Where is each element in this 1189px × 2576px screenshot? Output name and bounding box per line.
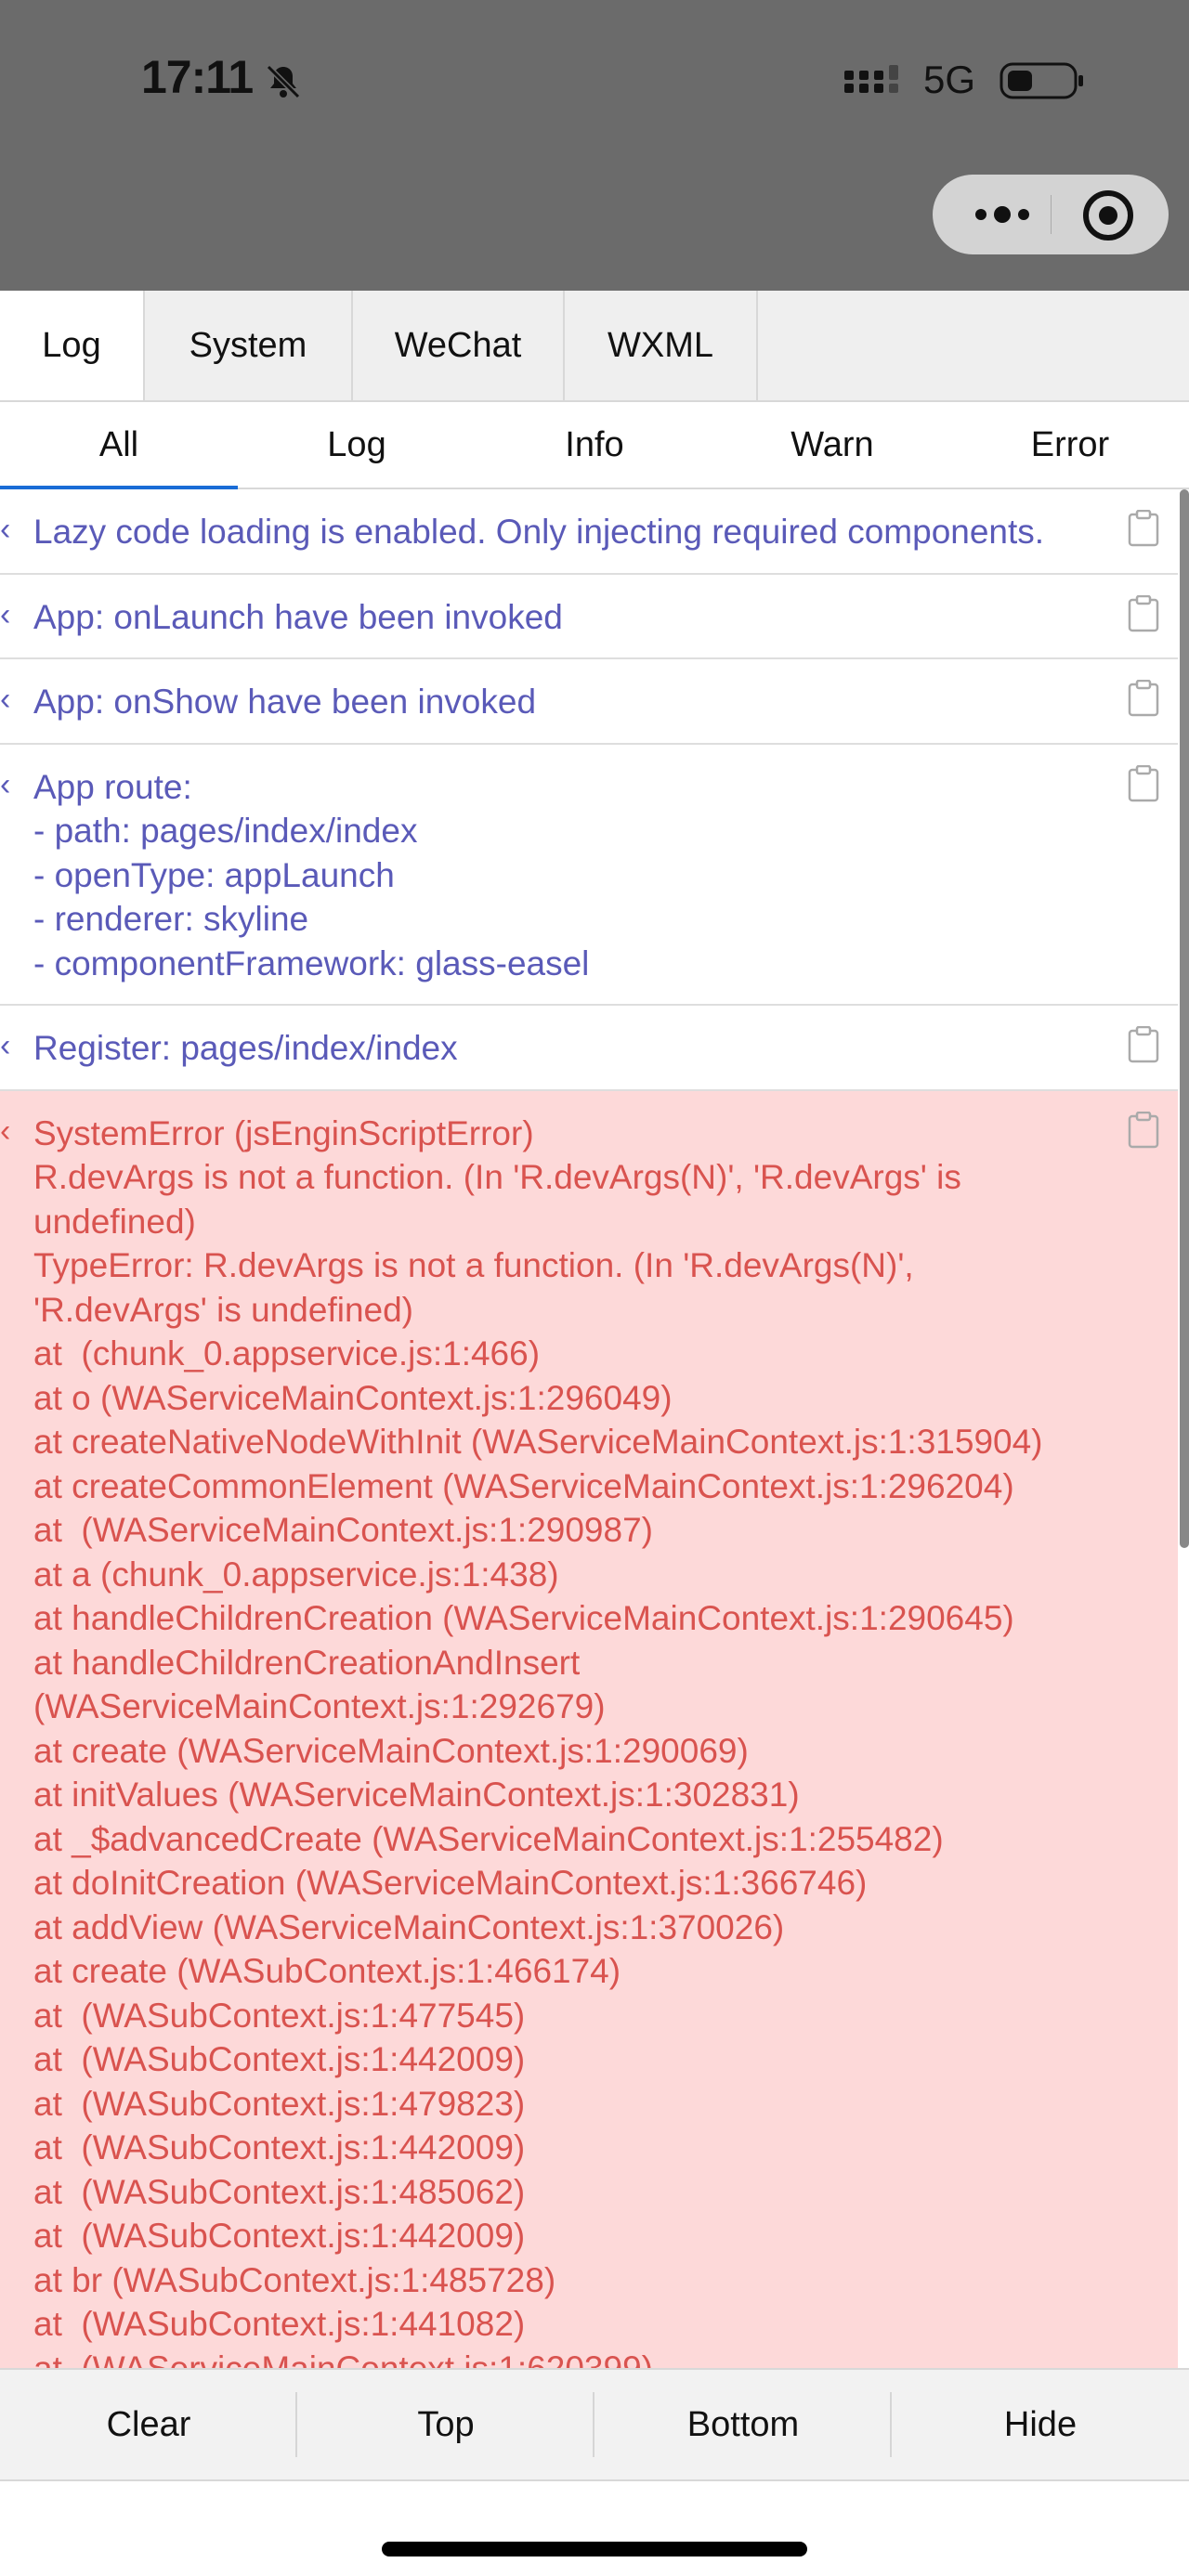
panel-tabs: Log System WeChat WXML <box>0 291 1189 402</box>
expand-caret-icon[interactable]: ‹ <box>0 1030 10 1061</box>
log-entry[interactable]: ‹ Lazy code loading is enabled. Only inj… <box>0 489 1178 575</box>
filter-error[interactable]: Error <box>951 402 1189 488</box>
clipboard-icon[interactable] <box>1128 1111 1159 1149</box>
more-icon[interactable] <box>960 175 1044 254</box>
log-message: App: onLaunch have been invoked <box>33 597 563 636</box>
clipboard-icon[interactable] <box>1128 680 1159 717</box>
expand-caret-icon[interactable]: ‹ <box>0 769 10 800</box>
clipboard-icon[interactable] <box>1128 1026 1159 1063</box>
log-message: App: onShow have been invoked <box>33 683 537 721</box>
clipboard-icon[interactable] <box>1128 594 1159 632</box>
clipboard-icon[interactable] <box>1128 510 1159 547</box>
log-message: Lazy code loading is enabled. Only injec… <box>33 513 1045 551</box>
clear-button[interactable]: Clear <box>0 2370 297 2479</box>
filter-warn[interactable]: Warn <box>713 402 951 488</box>
expand-caret-icon[interactable]: ‹ <box>0 599 10 631</box>
log-entry[interactable]: ‹ Register: pages/index/index <box>0 1006 1178 1091</box>
tab-wxml[interactable]: WXML <box>565 291 758 400</box>
expand-caret-icon[interactable]: ‹ <box>0 683 10 715</box>
target-icon[interactable] <box>1081 189 1135 242</box>
log-entry[interactable]: ‹ App route: - path: pages/index/index -… <box>0 745 1178 1006</box>
log-entry[interactable]: ‹ App: onLaunch have been invoked <box>0 575 1178 659</box>
hide-button[interactable]: Hide <box>892 2370 1189 2479</box>
error-log-entry[interactable]: ‹ SystemError (jsEnginScriptError) R.dev… <box>0 1090 1178 2369</box>
signal-icon <box>844 65 898 93</box>
bell-slash-icon <box>266 64 301 99</box>
mini-program-capsule <box>933 175 1169 254</box>
bottom-button[interactable]: Bottom <box>594 2370 892 2479</box>
log-entry[interactable]: ‹ App: onShow have been invoked <box>0 659 1178 745</box>
filter-log[interactable]: Log <box>238 402 476 488</box>
log-message: Register: pages/index/index <box>33 1029 458 1067</box>
status-time: 17:11 <box>141 51 254 103</box>
filter-label: Error <box>1030 424 1110 464</box>
button-label: Clear <box>106 2404 191 2444</box>
tab-log[interactable]: Log <box>0 291 145 400</box>
button-label: Hide <box>1003 2404 1078 2444</box>
log-list[interactable]: ‹ Lazy code loading is enabled. Only inj… <box>0 489 1178 2368</box>
log-filters: All Log Info Warn Error <box>0 402 1189 489</box>
expand-caret-icon[interactable]: ‹ <box>0 514 10 545</box>
bottom-toolbar: Clear Top Bottom Hide <box>0 2368 1189 2481</box>
tab-label: WXML <box>608 325 713 365</box>
tab-system[interactable]: System <box>145 291 353 400</box>
tab-label: Log <box>42 325 101 365</box>
filter-label: Log <box>327 424 386 464</box>
status-bar: 17:11 5G <box>0 0 1189 291</box>
button-label: Bottom <box>686 2404 800 2444</box>
log-scrollbar[interactable] <box>1180 489 1189 1548</box>
expand-caret-icon[interactable]: ‹ <box>0 1115 10 1147</box>
button-label: Top <box>417 2404 475 2444</box>
filter-label: Info <box>565 424 624 464</box>
tab-label: System <box>189 325 307 365</box>
network-label: 5G <box>923 58 976 101</box>
tab-label: WeChat <box>394 325 522 365</box>
clipboard-icon[interactable] <box>1128 764 1159 802</box>
vconsole-panel: Log System WeChat WXML All Log Info Warn… <box>0 291 1189 2576</box>
log-message: App route: - path: pages/index/index - o… <box>33 767 590 982</box>
filter-all[interactable]: All <box>0 402 238 489</box>
error-message: SystemError (jsEnginScriptError) R.devAr… <box>33 1113 1043 2369</box>
filter-info[interactable]: Info <box>476 402 713 488</box>
top-button[interactable]: Top <box>297 2370 594 2479</box>
filter-label: Warn <box>790 424 874 464</box>
home-indicator[interactable] <box>382 2542 807 2556</box>
battery-icon <box>1000 62 1083 99</box>
filter-label: All <box>98 424 139 464</box>
capsule-divider <box>1051 195 1052 234</box>
tab-wechat[interactable]: WeChat <box>353 291 565 400</box>
